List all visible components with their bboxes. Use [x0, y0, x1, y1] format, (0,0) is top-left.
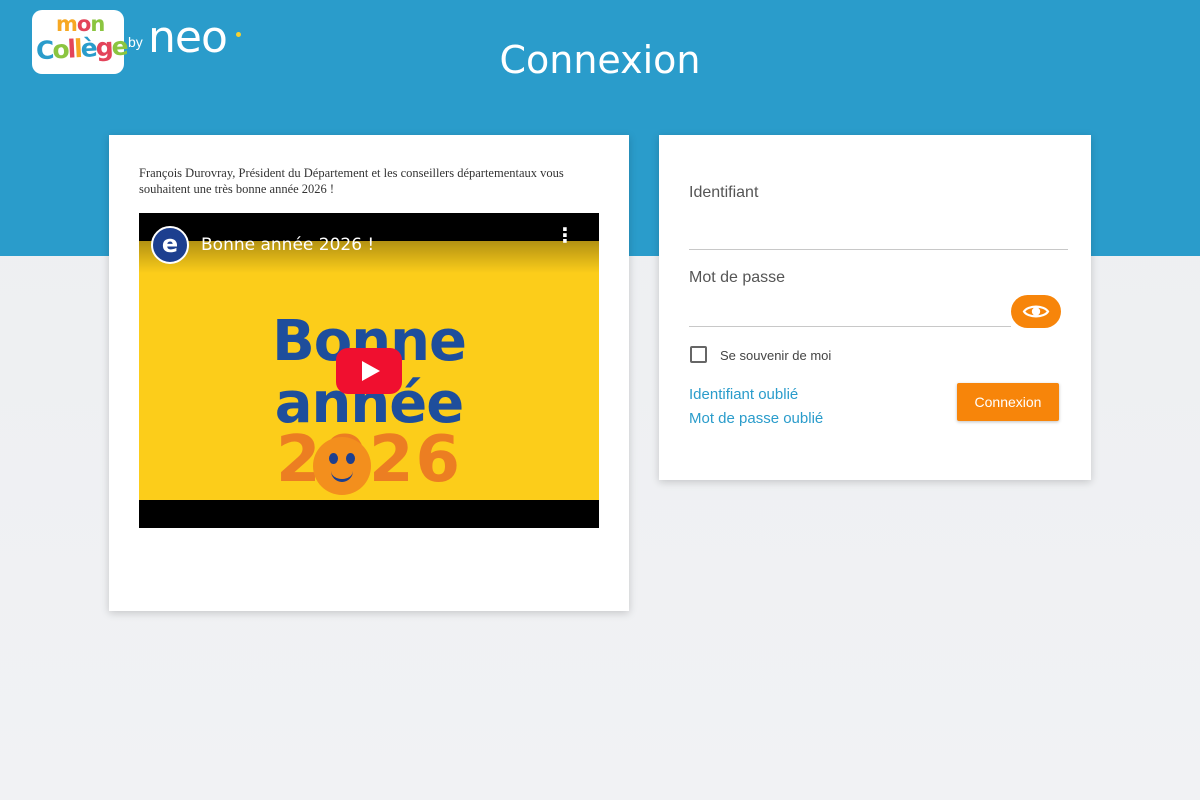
eye-dot [346, 453, 355, 464]
forgot-password-link[interactable]: Mot de passe oublié [689, 410, 823, 427]
smile [331, 469, 353, 482]
smiley-face-icon [313, 437, 371, 495]
news-card: François Durovray, Président du Départem… [109, 135, 629, 611]
identifiant-underline [689, 249, 1068, 250]
eye-dot [329, 453, 338, 464]
news-message: François Durovray, Président du Départem… [139, 166, 564, 196]
password-underline [689, 326, 1011, 327]
show-password-button[interactable] [1011, 295, 1061, 328]
more-options-icon[interactable]: ⋮ [555, 225, 575, 245]
play-icon[interactable] [336, 348, 402, 394]
channel-avatar-icon[interactable]: e [151, 226, 189, 264]
eye-icon [1022, 305, 1050, 318]
identifiant-input[interactable] [689, 223, 1067, 247]
logo-dot [236, 32, 241, 37]
logo-letter: o [76, 12, 91, 36]
connexion-button[interactable]: Connexion [957, 383, 1059, 421]
logo-letter: m [56, 12, 78, 36]
password-label: Mot de passe [689, 269, 786, 286]
forgot-identifiant-link[interactable]: Identifiant oublié [689, 386, 798, 403]
page-title: Connexion [499, 38, 701, 82]
identifiant-label: Identifiant [689, 184, 759, 201]
youtube-video-embed[interactable]: Bonne année 2026 e Bonne année 2026 ! ⋮ [139, 213, 599, 528]
remember-me-checkbox[interactable] [690, 346, 707, 363]
password-input[interactable] [689, 301, 1007, 325]
remember-me-label[interactable]: Se souvenir de moi [720, 348, 831, 363]
login-card: Identifiant Mot de passe Se souvenir de … [659, 135, 1091, 480]
video-title[interactable]: Bonne année 2026 ! [201, 235, 374, 255]
